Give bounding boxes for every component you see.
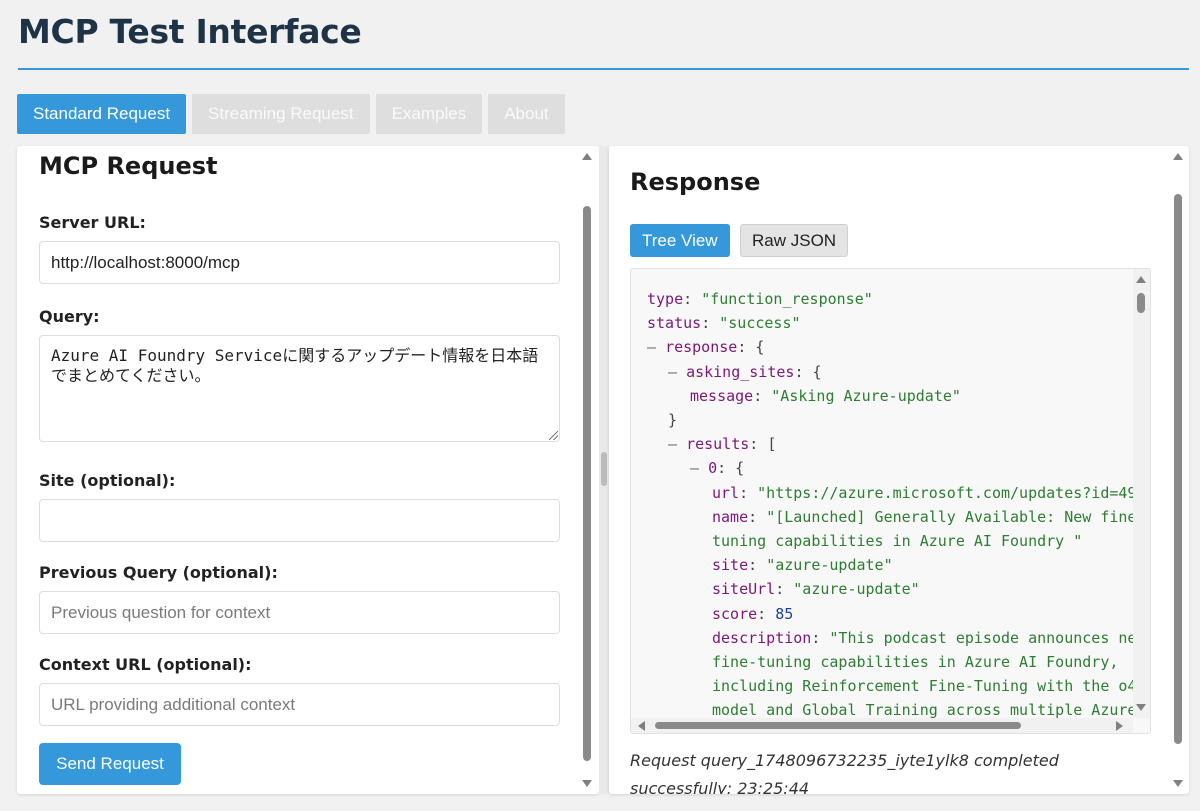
json-row: – asking_sites: { (668, 362, 822, 381)
json-value: "https://azure.microsoft.com/updates?id=… (757, 483, 1151, 502)
json-row: url: "https://azure.microsoft.com/update… (647, 481, 1150, 505)
json-row: – results: [ (668, 435, 777, 454)
site-input[interactable] (39, 499, 560, 542)
site-label: Site (optional): (39, 471, 176, 490)
response-heading: Response (630, 168, 761, 196)
json-row: – response: { (647, 338, 765, 357)
tab-streaming-request[interactable]: Streaming Request (192, 94, 370, 134)
scroll-up-arrow-icon[interactable] (1173, 153, 1183, 160)
panel-splitter[interactable] (599, 146, 609, 794)
scroll-down-arrow-icon[interactable] (582, 780, 592, 787)
json-row: } (668, 411, 678, 430)
status-message: Request query_1748096732235_iyte1ylk8 co… (630, 751, 1059, 794)
scroll-down-arrow-icon[interactable] (1173, 780, 1183, 787)
json-row: message: "Asking Azure-update" (690, 386, 961, 405)
json-value: "This podcast episode announces new (829, 628, 1146, 647)
scroll-thumb[interactable] (655, 722, 1021, 729)
json-value: fine-tuning capabilities in Azure AI Fou… (712, 653, 1119, 672)
scroll-thumb[interactable] (1174, 194, 1182, 744)
raw-json-button[interactable]: Raw JSON (740, 224, 849, 257)
scroll-up-arrow-icon[interactable] (582, 153, 592, 160)
json-row: fine-tuning capabilities in Azure AI Fou… (647, 650, 1130, 674)
response-panel: Response Tree View Raw JSON type: "funct… (609, 146, 1189, 794)
json-row: including Reinforcement Fine-Tuning with… (647, 674, 1150, 698)
json-row: name: "[Launched] Generally Available: N… (712, 507, 1146, 526)
collapse-toggle-icon[interactable]: – (668, 363, 686, 381)
response-panel-scrollbar[interactable] (1170, 146, 1186, 794)
send-request-button[interactable]: Send Request (39, 743, 181, 785)
collapse-toggle-icon[interactable]: – (668, 435, 686, 453)
scroll-left-arrow-icon[interactable] (638, 721, 645, 731)
json-row: description: "This podcast episode annou… (712, 628, 1146, 647)
context-url-label: Context URL (optional): (39, 655, 252, 674)
request-panel: MCP Request Server URL: Query: Azure AI … (17, 146, 599, 794)
tab-standard-request[interactable]: Standard Request (17, 94, 187, 134)
context-url-input[interactable] (39, 683, 560, 726)
query-textarea[interactable]: Azure AI Foundry Serviceに関するアップデート情報を日本語… (39, 335, 560, 442)
json-vertical-scrollbar[interactable] (1133, 269, 1150, 718)
scroll-down-arrow-icon[interactable] (1136, 704, 1146, 711)
server-url-label: Server URL: (39, 213, 146, 232)
previous-query-label: Previous Query (optional): (39, 563, 278, 582)
scroll-thumb[interactable] (1137, 293, 1145, 313)
request-heading: MCP Request (39, 152, 218, 180)
json-horizontal-scrollbar[interactable] (631, 718, 1133, 733)
scroll-right-arrow-icon[interactable] (1116, 721, 1123, 731)
query-label: Query: (39, 307, 100, 326)
json-value: "function_response" (701, 290, 873, 308)
json-row: tuning capabilities in Azure AI Foundry … (647, 529, 1130, 553)
json-row: type: "function_response" (647, 290, 873, 308)
json-value: "[Launched] Generally Available: New fin… (766, 507, 1146, 526)
scroll-thumb[interactable] (583, 206, 591, 761)
json-value: including Reinforcement Fine-Tuning with… (712, 677, 1151, 696)
tab-examples[interactable]: Examples (375, 94, 483, 134)
page-title: MCP Test Interface (18, 12, 362, 51)
json-value: tuning capabilities in Azure AI Foundry … (712, 532, 1083, 551)
previous-query-input[interactable] (39, 591, 560, 634)
json-value: 85 (775, 604, 794, 623)
request-panel-scrollbar[interactable] (579, 146, 595, 794)
tree-view-button[interactable]: Tree View (630, 224, 730, 257)
json-row: – 0: { (690, 459, 745, 478)
json-row: score: 85 (712, 604, 794, 623)
json-value: "success" (719, 314, 801, 333)
splitter-handle[interactable] (601, 452, 607, 486)
json-value: model and Global Training across multipl… (712, 701, 1137, 720)
title-divider (18, 68, 1189, 70)
collapse-toggle-icon[interactable]: – (647, 338, 665, 356)
json-row: site: "azure-update" (712, 556, 893, 575)
json-row: siteUrl: "azure-update" (712, 580, 920, 599)
json-value: "azure-update" (766, 556, 893, 575)
json-tree-view: type: "function_response" status: "succe… (630, 268, 1151, 734)
server-url-input[interactable] (39, 241, 560, 284)
json-tree: type: "function_response" status: "succe… (647, 287, 1150, 723)
tab-bar: Standard Request Streaming Request Examp… (17, 94, 565, 134)
tab-about[interactable]: About (488, 94, 565, 134)
textarea-resize-handle[interactable] (549, 431, 558, 440)
json-row: status: "success" (647, 314, 801, 333)
collapse-toggle-icon[interactable]: – (690, 459, 708, 477)
scroll-up-arrow-icon[interactable] (1136, 276, 1146, 283)
json-value: "Asking Azure-update" (771, 386, 961, 405)
json-value: "azure-update" (793, 580, 920, 599)
